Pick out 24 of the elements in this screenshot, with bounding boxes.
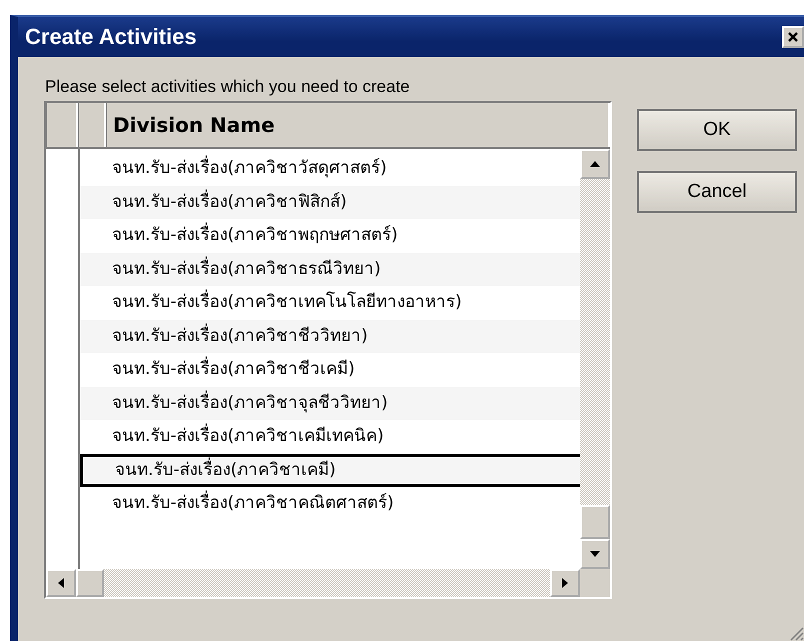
scroll-thumb[interactable] <box>580 505 610 539</box>
table-row[interactable]: จนท.รับ-ส่งเรื่อง(ภาควิชาชีววิทยา) <box>80 320 580 353</box>
scroll-thumb[interactable] <box>76 569 104 597</box>
scroll-right-button[interactable] <box>550 569 580 597</box>
window-title: Create Activities <box>25 24 197 50</box>
scroll-up-button[interactable] <box>580 149 610 179</box>
down-arrow-icon <box>589 550 601 558</box>
close-icon <box>787 31 799 43</box>
right-arrow-icon <box>561 577 569 589</box>
horizontal-scrollbar[interactable] <box>46 569 610 597</box>
table-row[interactable]: จนท.รับ-ส่งเรื่อง(ภาควิชาธรณีวิทยา) <box>80 252 580 286</box>
dialog-button[interactable]: OK <box>637 109 797 151</box>
instruction-text: Please select activities which you need to create <box>45 77 411 98</box>
dialog-button[interactable]: Cancel <box>637 171 797 213</box>
close-button[interactable] <box>782 26 804 48</box>
left-arrow-icon <box>57 577 65 589</box>
table-row[interactable]: จนท.รับ-ส่งเรื่อง(ภาควิชาฟิสิกส์) <box>80 186 580 219</box>
scroll-left-button[interactable] <box>46 569 76 597</box>
scroll-down-button[interactable] <box>580 539 610 569</box>
table-row[interactable]: จนท.รับ-ส่งเรื่อง(ภาควิชาเคมี) <box>80 454 580 487</box>
up-arrow-icon <box>589 160 601 168</box>
table-row[interactable]: จนท.รับ-ส่งเรื่อง(ภาควิชาจุลชีววิทยา) <box>80 386 580 420</box>
scrollbar-corner <box>580 569 610 597</box>
vertical-scrollbar[interactable] <box>580 149 610 569</box>
